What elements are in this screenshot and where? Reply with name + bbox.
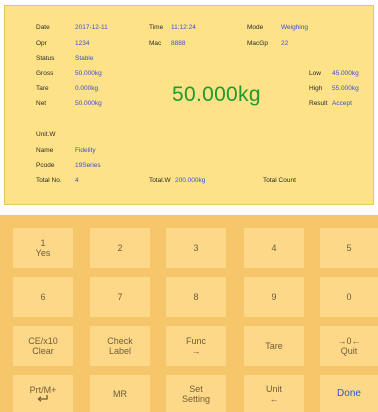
key-8-digit: 8 [193,292,199,302]
unit-button-top: Unit [265,383,282,394]
tare-label: Tare [36,85,49,92]
func-button-top: Func [185,336,206,346]
check-label-top: Check [107,336,133,346]
clear-button-top: CE/x10 [28,336,58,346]
key-1-sub: Yes [35,248,51,258]
key-2-digit: 2 [117,243,123,253]
unitw-label: Unit.W [36,131,56,138]
key-7-digit: 7 [117,292,123,302]
set-button-sub: Setting [181,393,211,404]
mac-value: 8888 [171,40,186,47]
mr-button[interactable]: MR [90,375,150,412]
key-6-digit: 6 [40,292,46,302]
tare-button[interactable]: Tare [244,326,304,366]
unit-button-arrow: ← [269,393,279,404]
key-2[interactable]: 2 [90,228,150,268]
date-value: 2017-12-11 [75,24,108,31]
print-button-top: Prt/M+ [29,384,57,395]
clear-button[interactable]: CE/x10 Clear [13,326,73,366]
name-label: Name [36,147,54,154]
key-9[interactable]: 9 [244,277,304,317]
key-9-digit: 9 [271,292,277,302]
mode-label: Mode [247,24,264,31]
func-button-arrow: → [191,346,201,356]
key-7[interactable]: 7 [90,277,150,317]
weighing-display-panel: Date 2017-12-11 Time 11:12:24 Mode Weigh… [4,5,374,205]
func-button[interactable]: Func → [166,326,226,366]
result-value: Accept [332,100,352,107]
key-0-digit: 0 [346,292,352,302]
set-setting-button[interactable]: Set Setting [166,375,226,412]
check-label-button[interactable]: Check Label [90,326,150,366]
tare-button-label: Tare [265,341,283,351]
done-button[interactable]: Done [320,375,378,412]
key-1-yes[interactable]: 1 Yes [13,228,73,268]
macgp-value: 22 [281,40,289,47]
done-button-label: Done [337,387,361,399]
total-count-label: Total Count [263,177,296,184]
zero-quit-sub: Quit [340,346,358,356]
total-no-label: Total No. [36,177,62,184]
pcode-label: Pcode [36,162,55,169]
time-label: Time [149,24,164,31]
set-button-top: Set [189,383,203,394]
date-label: Date [36,24,50,31]
name-value: Fidelity [75,147,96,154]
status-label: Status [36,55,55,62]
total-w-label: Total.W [149,177,171,184]
macgp-label: MacGp [247,40,268,47]
key-3-digit: 3 [193,243,199,253]
clear-button-sub: Clear [32,346,54,356]
zero-quit-button[interactable]: →0← Quit [320,326,378,366]
time-value: 11:12:24 [171,24,196,31]
pcode-value: 19Series [75,162,101,169]
result-label: Result [309,100,328,107]
tare-value: 0.000kg [75,85,99,92]
gross-label: Gross [36,70,54,77]
key-4[interactable]: 4 [244,228,304,268]
key-8[interactable]: 8 [166,277,226,317]
key-0[interactable]: 0 [320,277,378,317]
mode-value: Weighing [281,24,308,31]
high-value: 55.000kg [332,85,359,92]
key-3[interactable]: 3 [166,228,226,268]
low-value: 45.000kg [332,70,359,77]
net-value: 50.000kg [75,100,102,107]
zero-quit-top: →0← [337,336,361,346]
key-1-digit: 1 [40,238,46,248]
check-label-sub: Label [108,346,132,356]
low-label: Low [309,70,321,77]
keypad: 1 Yes 2 3 4 5 6 7 8 9 0 CE/x10 Clear Che… [0,215,378,412]
key-5[interactable]: 5 [320,228,378,268]
enter-arrow-icon [37,394,49,403]
total-no-value: 4 [75,177,79,184]
opr-label: Opr [36,40,47,47]
mr-button-label: MR [113,388,127,399]
net-label: Net [36,100,47,107]
total-w-value: 200.000kg [175,177,206,184]
opr-value: 1234 [75,40,90,47]
key-6[interactable]: 6 [13,277,73,317]
main-weight-readout: 50.000kg [172,83,261,106]
mac-label: Mac [149,40,162,47]
key-4-digit: 4 [271,243,277,253]
status-value: Stable [75,55,94,62]
high-label: High [309,85,323,92]
gross-value: 50.000kg [75,70,102,77]
print-button[interactable]: Prt/M+ [13,375,73,412]
unit-button[interactable]: Unit ← [244,375,304,412]
key-5-digit: 5 [346,243,352,253]
